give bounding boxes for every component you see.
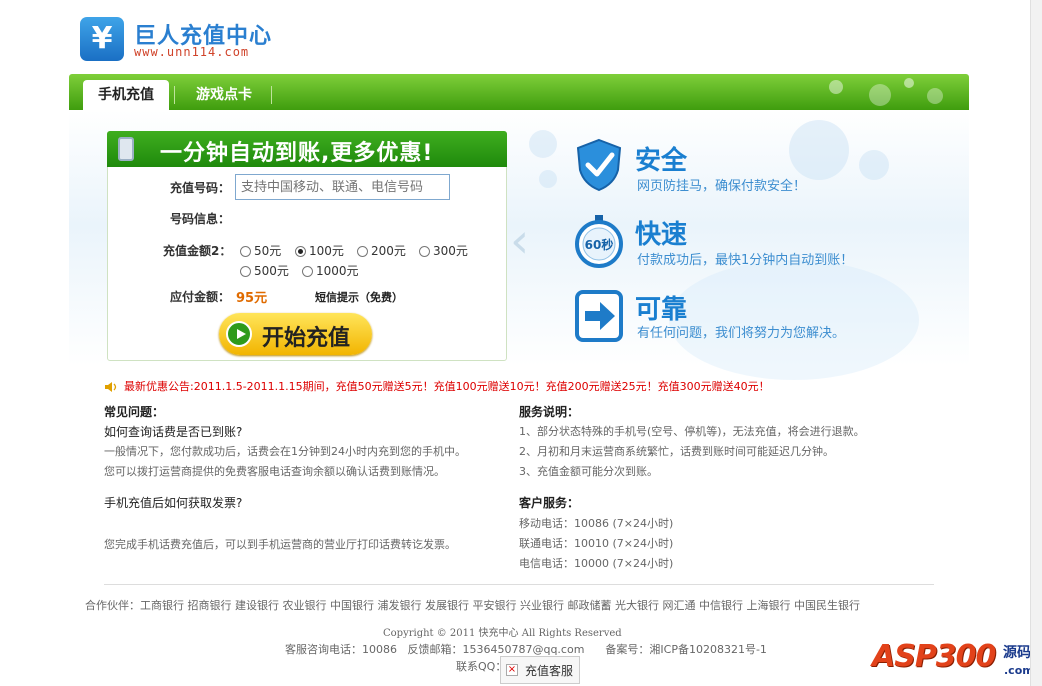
contact-info: 客服咨询电话：10086 反馈邮箱：1536450787@qq.com 备案号：… <box>285 643 767 656</box>
amount-label: 充值金额2： <box>163 244 232 258</box>
promo-notice[interactable]: 最新优惠公告:2011.1.5-2011.1.15期间，充值50元赠送5元！充值… <box>124 378 770 394</box>
tab-phone-recharge[interactable]: 手机充值 <box>83 80 169 110</box>
service-item: 1、部分状态特殊的手机号(空号、停机等)，无法充值，将会进行退款。 <box>519 425 865 438</box>
play-icon <box>226 321 252 347</box>
prev-arrow-icon[interactable]: ‹ <box>510 213 529 269</box>
radio-icon <box>302 266 313 277</box>
nav-divider <box>174 86 175 104</box>
feature-title-fast: 快速 <box>635 220 688 250</box>
arrow-right-icon <box>575 290 623 342</box>
feature-desc-safe: 网页防挂马，确保付款安全！ <box>637 179 807 194</box>
feature-desc-reliable: 有任何问题，我们将努力为您解决。 <box>637 326 846 341</box>
service-heading: 服务说明： <box>519 405 580 419</box>
amount-option-200[interactable]: 200元 <box>357 242 406 259</box>
stopwatch-icon: 60秒 <box>575 215 623 268</box>
faq-answer-2: 您完成手机话费充值后，可以到手机运营商的营业厅打印话费转讫发票。 <box>104 538 456 551</box>
feature-desc-fast: 付款成功后，最快1分钟内自动到账！ <box>637 253 854 268</box>
watermark-sub: 源码 <box>1003 645 1031 661</box>
phone-label: 充值号码： <box>170 181 231 195</box>
speaker-icon <box>105 382 117 392</box>
footer-divider <box>104 584 934 585</box>
faq-heading: 常见问题： <box>104 405 165 419</box>
nav-divider <box>271 86 272 104</box>
amount-option-50[interactable]: 50元 <box>240 242 281 259</box>
qq-service-label: 充值客服 <box>525 664 574 678</box>
faq-answer-1-line-2: 您可以拨打运营商提供的免费客服电话查询余额以确认话费到账情况。 <box>104 465 445 478</box>
logo-icon: ¥ <box>80 17 124 61</box>
scrollbar[interactable] <box>1030 0 1042 686</box>
service-item: 3、充值金额可能分次到账。 <box>519 465 658 478</box>
amount-option-1000[interactable]: 1000元 <box>302 262 359 279</box>
broken-image-icon: × <box>506 664 518 676</box>
pay-amount-label: 应付金额： <box>170 290 231 304</box>
amount-option-300[interactable]: 300元 <box>419 242 468 259</box>
service-item: 2、月初和月末运营商系统繁忙，话费到账时间可能延迟几分钟。 <box>519 445 834 458</box>
partner-banks[interactable]: 合作伙伴：工商银行 招商银行 建设银行 农业银行 中国银行 浦发银行 发展银行 … <box>85 597 860 613</box>
support-line: 移动电话：10086 (7×24小时) <box>519 517 674 530</box>
amount-option-500[interactable]: 500元 <box>240 262 289 279</box>
number-info-label: 号码信息： <box>170 212 231 226</box>
support-heading: 客户服务： <box>519 496 580 510</box>
amount-option-100[interactable]: 100元 <box>295 242 344 259</box>
radio-icon <box>240 266 251 277</box>
support-line: 电信电话：10000 (7×24小时) <box>519 557 674 570</box>
svg-text:60秒: 60秒 <box>585 237 614 252</box>
faq-answer-1-line-1: 一般情况下，您付款成功后，话费会在1分钟到24小时内充到您的手机中。 <box>104 445 466 458</box>
faq-question-1: 如何查询话费是否已到账? <box>104 425 243 439</box>
radio-icon <box>357 246 368 257</box>
phone-number-input[interactable] <box>235 174 450 200</box>
radio-icon <box>419 246 430 257</box>
form-title: 一分钟自动到账,更多优惠! <box>160 141 434 166</box>
shield-check-icon <box>576 138 622 192</box>
feature-title-safe: 安全 <box>635 146 688 176</box>
qq-label: 联系QQ： <box>456 660 507 673</box>
pay-amount-value: 95元 <box>236 291 268 306</box>
radio-icon <box>240 246 251 257</box>
watermark-logo: ASP300 <box>872 639 996 674</box>
start-recharge-label: 开始充值 <box>262 326 351 351</box>
feature-title-reliable: 可靠 <box>635 295 688 325</box>
sms-hint-link[interactable]: 短信提示（免费） <box>315 289 403 305</box>
site-url: www.unn114.com <box>134 45 250 59</box>
copyright: Copyright © 2011 快充中心 All Rights Reserve… <box>383 628 622 639</box>
support-line: 联通电话：10010 (7×24小时) <box>519 537 674 550</box>
faq-question-2: 手机充值后如何获取发票? <box>104 496 243 510</box>
tab-game-card[interactable]: 游戏点卡 <box>178 80 270 110</box>
mobile-phone-icon <box>118 137 134 161</box>
radio-checked-icon <box>295 246 306 257</box>
